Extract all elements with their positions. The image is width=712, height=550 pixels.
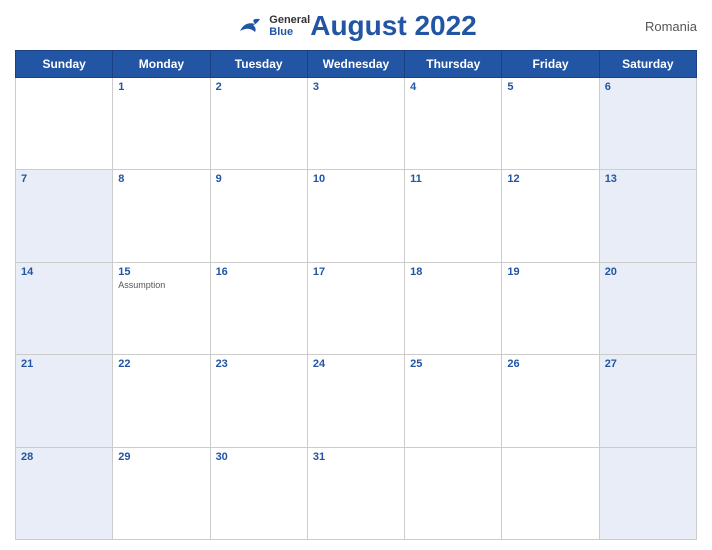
- day-number: 21: [21, 358, 107, 370]
- logo-bird-icon: [235, 16, 265, 36]
- day-number: 9: [216, 173, 302, 185]
- day-number: 1: [118, 81, 204, 93]
- day-number: 17: [313, 266, 399, 278]
- logo-text: General Blue: [269, 14, 310, 38]
- calendar-cell: 22: [113, 355, 210, 447]
- calendar-week-2: 789 10 11 12 13: [16, 170, 697, 262]
- calendar-cell: 15 Assumption: [113, 262, 210, 354]
- calendar-week-4: 21 22 23 24 25 26 27: [16, 355, 697, 447]
- day-number: 19: [507, 266, 593, 278]
- calendar-cell: 1: [113, 78, 210, 170]
- calendar-cell: 23: [210, 355, 307, 447]
- country-label: Romania: [645, 19, 697, 34]
- calendar-cell: [16, 78, 113, 170]
- day-number: 30: [216, 451, 302, 463]
- calendar-cell: 31: [307, 447, 404, 539]
- calendar-cell: 12: [502, 170, 599, 262]
- calendar-cell: 11: [405, 170, 502, 262]
- day-number: 3: [313, 81, 399, 93]
- calendar-cell: 3: [307, 78, 404, 170]
- calendar-cell: 2: [210, 78, 307, 170]
- calendar-week-1: 123456: [16, 78, 697, 170]
- calendar-cell: [502, 447, 599, 539]
- day-number: 24: [313, 358, 399, 370]
- day-header-monday: Monday: [113, 51, 210, 78]
- calendar-cell: 7: [16, 170, 113, 262]
- day-number: 6: [605, 81, 691, 93]
- calendar-table: SundayMondayTuesdayWednesdayThursdayFrid…: [15, 50, 697, 540]
- day-number: 26: [507, 358, 593, 370]
- day-header-thursday: Thursday: [405, 51, 502, 78]
- calendar-cell: 20: [599, 262, 696, 354]
- day-header-sunday: Sunday: [16, 51, 113, 78]
- calendar-cell: 9: [210, 170, 307, 262]
- calendar-cell: 16: [210, 262, 307, 354]
- day-number: 22: [118, 358, 204, 370]
- day-header-saturday: Saturday: [599, 51, 696, 78]
- day-number: 11: [410, 173, 496, 185]
- day-number: 10: [313, 173, 399, 185]
- calendar-cell: [599, 447, 696, 539]
- calendar-cell: 8: [113, 170, 210, 262]
- calendar-cell: 26: [502, 355, 599, 447]
- day-number: 2: [216, 81, 302, 93]
- calendar-body: 123456789101112131415Assumption161718192…: [16, 78, 697, 540]
- calendar-header-row: SundayMondayTuesdayWednesdayThursdayFrid…: [16, 51, 697, 78]
- calendar-cell: 27: [599, 355, 696, 447]
- day-header-tuesday: Tuesday: [210, 51, 307, 78]
- calendar-title: August 2022: [310, 10, 477, 42]
- calendar-cell: 30: [210, 447, 307, 539]
- calendar-cell: 14: [16, 262, 113, 354]
- logo-general: General: [269, 14, 310, 26]
- calendar-cell: 5: [502, 78, 599, 170]
- holiday-label: Assumption: [118, 280, 204, 290]
- calendar-cell: 13: [599, 170, 696, 262]
- day-number: 27: [605, 358, 691, 370]
- day-header-friday: Friday: [502, 51, 599, 78]
- calendar-cell: 21: [16, 355, 113, 447]
- day-number: 8: [118, 173, 204, 185]
- day-number: 7: [21, 173, 107, 185]
- calendar-week-3: 14 15 Assumption 16 17 18 19 20: [16, 262, 697, 354]
- calendar-week-5: 28 29 30 31: [16, 447, 697, 539]
- calendar-cell: [405, 447, 502, 539]
- calendar-header: General Blue August 2022 Romania: [15, 10, 697, 42]
- day-number: 14: [21, 266, 107, 278]
- day-number: 20: [605, 266, 691, 278]
- calendar-cell: 19: [502, 262, 599, 354]
- calendar-cell: 4: [405, 78, 502, 170]
- calendar-cell: 10: [307, 170, 404, 262]
- logo: General Blue: [235, 14, 310, 38]
- calendar-cell: 24: [307, 355, 404, 447]
- day-number: 18: [410, 266, 496, 278]
- logo-blue: Blue: [269, 26, 310, 38]
- calendar-cell: 6: [599, 78, 696, 170]
- day-number: 4: [410, 81, 496, 93]
- day-number: 13: [605, 173, 691, 185]
- day-number: 23: [216, 358, 302, 370]
- calendar-cell: 17: [307, 262, 404, 354]
- day-number: 16: [216, 266, 302, 278]
- day-number: 25: [410, 358, 496, 370]
- day-number: 29: [118, 451, 204, 463]
- calendar-cell: 25: [405, 355, 502, 447]
- calendar-cell: 18: [405, 262, 502, 354]
- calendar-cell: 28: [16, 447, 113, 539]
- calendar-cell: 29: [113, 447, 210, 539]
- day-number: 31: [313, 451, 399, 463]
- day-number: 12: [507, 173, 593, 185]
- day-number: 15: [118, 266, 204, 278]
- day-number: 28: [21, 451, 107, 463]
- day-number: 5: [507, 81, 593, 93]
- day-header-wednesday: Wednesday: [307, 51, 404, 78]
